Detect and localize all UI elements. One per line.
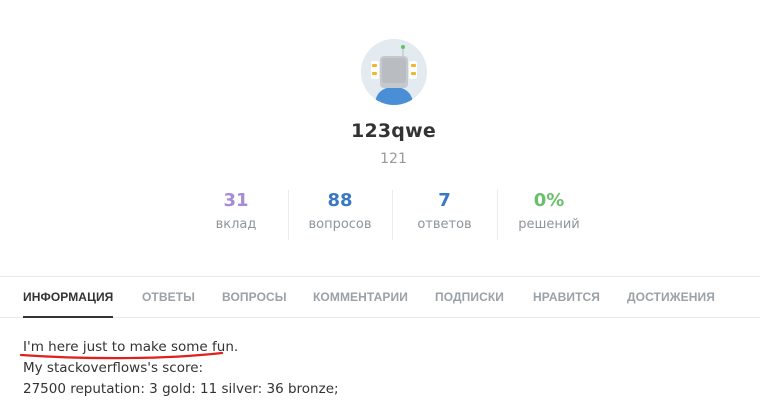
stat-contribution[interactable]: 31 вклад	[184, 188, 288, 244]
stat-contribution-label: вклад	[215, 217, 257, 232]
username: 123qwe	[351, 120, 436, 142]
tab-achievements[interactable]: ДОСТИЖЕНИЯ	[627, 277, 715, 317]
stat-answers-value: 7	[438, 190, 451, 211]
stat-contribution-value: 31	[223, 190, 249, 211]
stats-row: 31 вклад 88 вопросов 7 ответов 0% решени…	[184, 188, 601, 244]
stat-questions[interactable]: 88 вопросов	[288, 188, 392, 244]
profile-tabs: ИНФОРМАЦИЯ ОТВЕТЫ ВОПРОСЫ КОММЕНТАРИИ ПО…	[0, 276, 760, 318]
tab-information[interactable]: ИНФОРМАЦИЯ	[23, 277, 114, 318]
about-line: 27500 reputation: 3 gold: 11 silver: 36 …	[23, 381, 339, 397]
stat-solutions-label: решений	[518, 217, 580, 232]
stat-questions-value: 88	[327, 190, 353, 211]
tab-likes[interactable]: НРАВИТСЯ	[533, 277, 600, 317]
stat-answers[interactable]: 7 ответов	[392, 188, 497, 244]
stat-solutions-value: 0%	[533, 190, 565, 211]
tab-subscriptions[interactable]: ПОДПИСКИ	[435, 277, 504, 317]
red-underline-annotation	[19, 351, 224, 360]
tab-answers[interactable]: ОТВЕТЫ	[142, 277, 195, 317]
stat-solutions[interactable]: 0% решений	[497, 188, 601, 244]
robot-avatar-icon	[361, 39, 427, 105]
avatar	[361, 39, 427, 105]
stat-answers-label: ответов	[417, 217, 472, 232]
tab-comments[interactable]: КОММЕНТАРИИ	[313, 277, 408, 317]
stat-questions-label: вопросов	[308, 217, 372, 232]
about-section: I'm here just to make some fun. My stack…	[23, 337, 339, 400]
tab-questions[interactable]: ВОПРОСЫ	[222, 277, 287, 317]
user-rating: 121	[380, 151, 407, 167]
